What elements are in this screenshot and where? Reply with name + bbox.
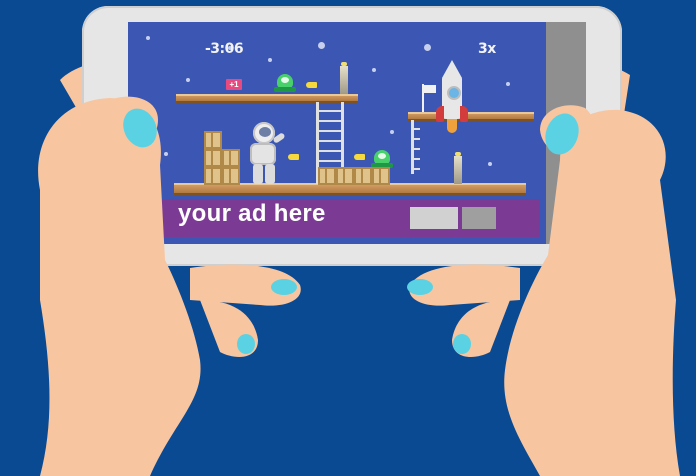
left-hand	[38, 98, 201, 476]
hands-front	[38, 96, 680, 476]
right-nail-icon	[407, 279, 433, 295]
left-nail-icon	[271, 279, 297, 295]
right-nail-icon	[453, 334, 471, 354]
right-hand	[504, 109, 680, 476]
scene: -3:06 3x +1 your ad here	[0, 0, 696, 476]
left-nail-icon	[237, 334, 255, 354]
